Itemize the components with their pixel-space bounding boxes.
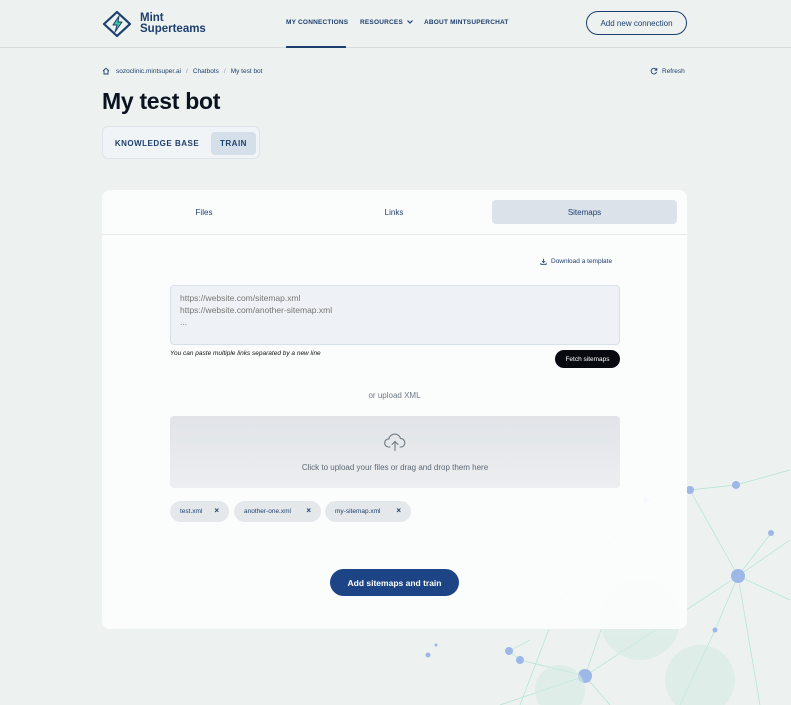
breadcrumb-item-current: My test bot: [230, 67, 263, 75]
brand-logo[interactable]: Mint Superteams: [102, 10, 210, 38]
source-tabs: Files Links Sitemaps: [102, 190, 687, 235]
breadcrumb-item-chatbots[interactable]: Chatbots: [193, 68, 219, 75]
toggle-train[interactable]: TRAIN: [211, 132, 256, 155]
nav-active-indicator: [286, 46, 346, 48]
or-upload-label: or upload XML: [368, 391, 421, 400]
cloud-upload-icon: [384, 433, 406, 452]
remove-file-icon[interactable]: ×: [214, 507, 219, 515]
dropzone-text: Click to upload your files or drag and d…: [301, 463, 489, 472]
file-dropzone[interactable]: Click to upload your files or drag and d…: [170, 416, 620, 488]
sitemap-input-hint: You can paste multiple links separated b…: [170, 350, 321, 357]
nav-my-connections[interactable]: MY CONNECTIONS: [286, 19, 348, 26]
add-new-connection-button[interactable]: Add new connection: [586, 11, 687, 35]
tab-links[interactable]: Links: [301, 200, 487, 224]
breadcrumb-separator: /: [186, 67, 188, 75]
fetch-sitemaps-button[interactable]: Fetch sitemaps: [555, 350, 620, 368]
file-chip: test.xml ×: [170, 501, 229, 522]
add-sitemaps-and-train-button[interactable]: Add sitemaps and train: [330, 569, 459, 596]
brand-name: Mint Superteams: [140, 12, 210, 36]
nav-about[interactable]: ABOUT MINTSUPERCHAT: [424, 19, 509, 26]
remove-file-icon[interactable]: ×: [306, 507, 311, 515]
tab-files[interactable]: Files: [111, 200, 297, 224]
top-header: Mint Superteams MY CONNECTIONS RESOURCES…: [0, 0, 791, 48]
file-chip: my-sitemap.xml ×: [325, 501, 411, 522]
tab-sitemaps[interactable]: Sitemaps: [492, 200, 677, 224]
breadcrumb-separator: /: [223, 67, 226, 75]
home-icon[interactable]: [102, 67, 110, 75]
file-chip-name: my-sitemap.xml: [335, 508, 381, 515]
sitemaps-card: Files Links Sitemaps Download a template…: [102, 190, 687, 629]
refresh-label: Refresh: [662, 67, 685, 75]
file-chip-name: test.xml: [180, 508, 203, 515]
toggle-knowledge-base[interactable]: KNOWLEDGE BASE: [109, 132, 205, 155]
brand-name-line2: Superteams: [140, 23, 206, 35]
sitemap-urls-input[interactable]: [170, 285, 620, 345]
file-chip-name: another-one.xml: [244, 508, 291, 515]
download-icon: [540, 258, 547, 265]
file-chip: another-one.xml ×: [234, 501, 321, 522]
breadcrumb: sozoclinic.mintsuper.ai / Chatbots / My …: [102, 67, 262, 75]
page-title: My test bot: [102, 88, 221, 114]
nav-resources[interactable]: RESOURCES: [360, 19, 414, 26]
chevron-down-icon: [407, 20, 413, 25]
lightning-diamond-icon: [102, 10, 132, 38]
refresh-icon: [650, 67, 658, 75]
breadcrumb-item-domain[interactable]: sozoclinic.mintsuper.ai: [116, 68, 181, 75]
remove-file-icon[interactable]: ×: [396, 507, 401, 515]
download-template-label: Download a template: [551, 258, 613, 265]
refresh-button[interactable]: Refresh: [650, 67, 685, 75]
mode-toggle: KNOWLEDGE BASE TRAIN: [102, 126, 260, 159]
download-template-link[interactable]: Download a template: [540, 258, 612, 265]
nav-resources-label: RESOURCES: [360, 19, 403, 26]
